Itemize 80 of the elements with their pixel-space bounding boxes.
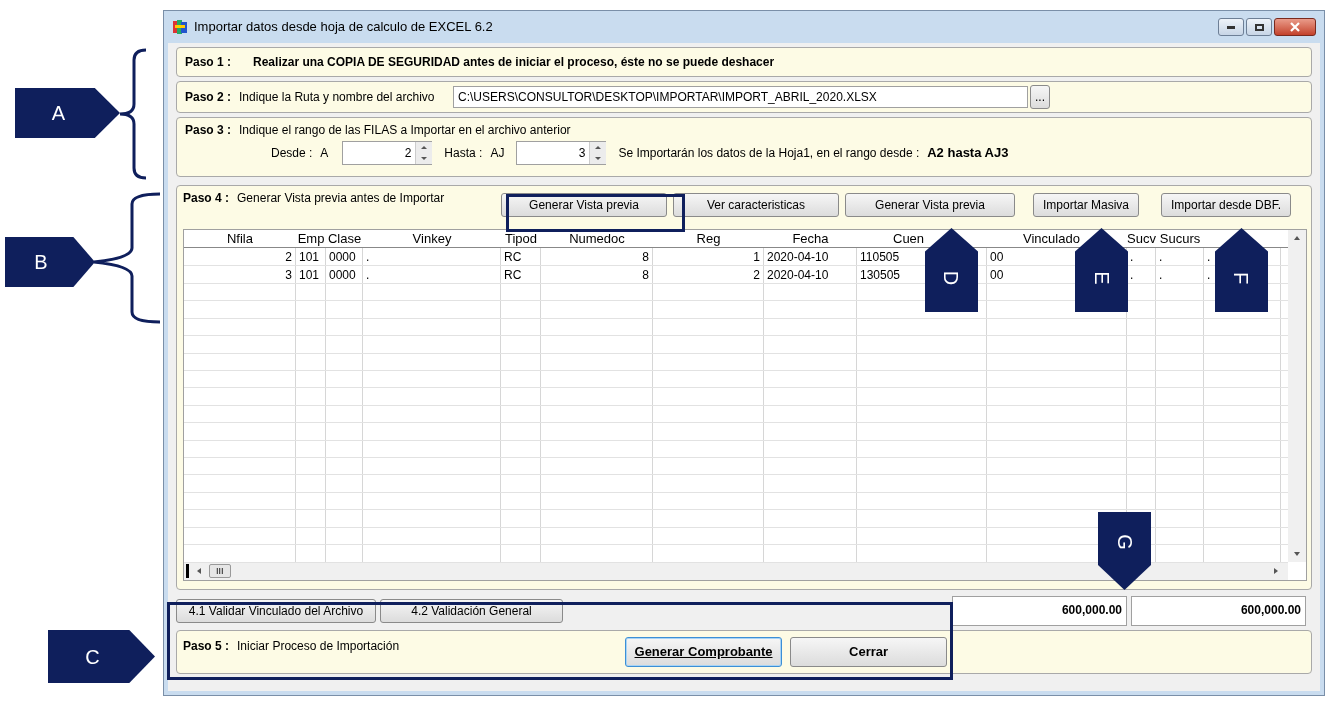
table-cell: . [1156, 248, 1204, 265]
step-label: Paso 2 : [185, 89, 232, 106]
callout-marker: A [15, 88, 120, 138]
number-spinner[interactable]: 3 [516, 141, 607, 165]
column-letter: AJ [490, 145, 506, 162]
total-field: 600,000.00 [1131, 596, 1306, 626]
column-header[interactable]: Numedoc [569, 230, 625, 247]
column-header[interactable]: Emp [297, 230, 325, 247]
scroll-thumb[interactable]: III [209, 564, 231, 579]
column-header[interactable]: Sucv [1127, 230, 1156, 247]
button[interactable]: 4.2 Validación General [380, 599, 563, 623]
button[interactable]: Generar Comprobante [625, 637, 783, 667]
table-cell: 2 [653, 266, 764, 283]
column-header[interactable]: Fecha [792, 230, 829, 247]
from-label: Desde : [271, 145, 313, 162]
table-cell: 8 [541, 266, 653, 283]
step-label: Paso 3 : [185, 122, 232, 139]
close-button[interactable] [1274, 18, 1316, 36]
scroll-down-icon[interactable] [1293, 550, 1301, 558]
step-label: Paso 1 : [185, 54, 232, 71]
column-header[interactable]: Cuen [893, 230, 925, 247]
minimize-button[interactable] [1218, 18, 1244, 36]
button[interactable]: Generar Vista previa [501, 193, 668, 217]
table-cell: 2 [184, 248, 296, 265]
table-cell: 2020-04-10 [764, 248, 857, 265]
table-cell: 101 [296, 266, 326, 283]
instruction-text: Generar Vista previa antes de Importar [237, 190, 446, 207]
step-label: Paso 5 : [183, 638, 230, 655]
column-header[interactable]: Clase [327, 230, 362, 247]
warning-text: Realizar una COPIA DE SEGURIDAD antes de iniciar el proceso, éste no se puede deshacer [253, 54, 775, 71]
table-cell: 3 [184, 266, 296, 283]
table-cell: RC [501, 248, 541, 265]
scroll-right-icon[interactable] [1272, 567, 1280, 576]
column-header[interactable]: Tipod [504, 230, 537, 247]
button[interactable]: Ver caracteristicas [673, 193, 840, 217]
spinner-value: 3 [577, 145, 587, 162]
vertical-scrollbar[interactable] [1288, 230, 1306, 562]
range-summary: Se Importarán los datos de la Hoja1, en el rango desde : [618, 145, 920, 162]
callout-marker: C [48, 630, 155, 683]
close-icon [1290, 22, 1300, 32]
column-header[interactable]: Nfila [227, 230, 253, 247]
number-spinner[interactable]: 2 [342, 141, 433, 165]
spinner-value: 2 [403, 145, 413, 162]
table-cell: . [363, 266, 501, 283]
column-header[interactable]: Vinculado [1023, 230, 1080, 247]
scroll-left-icon[interactable] [195, 567, 203, 576]
table-cell: 2020-04-10 [764, 266, 857, 283]
range-value: A2 hasta AJ3 [927, 144, 1009, 163]
button[interactable]: 4.1 Validar Vinculado del Archivo [176, 599, 376, 623]
button[interactable]: Cerrar [790, 637, 948, 667]
maximize-button[interactable] [1246, 18, 1272, 36]
button[interactable]: Generar Vista previa [845, 193, 1016, 217]
total-field: 600,000.00 [952, 596, 1127, 626]
table-cell: 0000 [326, 266, 363, 283]
table-cell: 8 [541, 248, 653, 265]
instruction-text: Iniciar Proceso de Importación [237, 638, 401, 655]
spin-arrows-icon[interactable] [415, 142, 432, 164]
instruction-text: Indique la Ruta y nombre del archivo [239, 89, 436, 106]
table-cell: 0000 [326, 248, 363, 265]
column-header[interactable]: Reg [696, 230, 721, 247]
file-path-field[interactable]: C:\USERS\CONSULTOR\DESKTOP\IMPORTAR\IMPORT_ABRIL_2020.XLSX [453, 86, 1029, 108]
button[interactable]: ... [1030, 85, 1051, 109]
scroll-up-icon[interactable] [1293, 234, 1301, 242]
column-letter: A [320, 145, 330, 162]
column-header[interactable]: Vinkey [412, 230, 452, 247]
to-label: Hasta : [444, 145, 483, 162]
app-icon [172, 19, 188, 35]
callout-marker: B [5, 237, 95, 287]
table-cell: . [363, 248, 501, 265]
table-cell: RC [501, 266, 541, 283]
table-cell: . [1156, 266, 1204, 283]
window-title: Importar datos desde hoja de calculo de EXCEL 6.2 [194, 18, 494, 37]
button[interactable]: Importar desde DBF. [1161, 193, 1292, 217]
instruction-text: Indique el rango de las FILAS a Importar en el archivo anterior [239, 122, 571, 139]
step-label: Paso 4 : [183, 190, 230, 207]
button[interactable]: Importar Masiva [1033, 193, 1140, 217]
table-cell: 1 [653, 248, 764, 265]
spin-arrows-icon[interactable] [589, 142, 606, 164]
column-header[interactable]: Sucurs [1159, 230, 1201, 247]
table-cell: 101 [296, 248, 326, 265]
